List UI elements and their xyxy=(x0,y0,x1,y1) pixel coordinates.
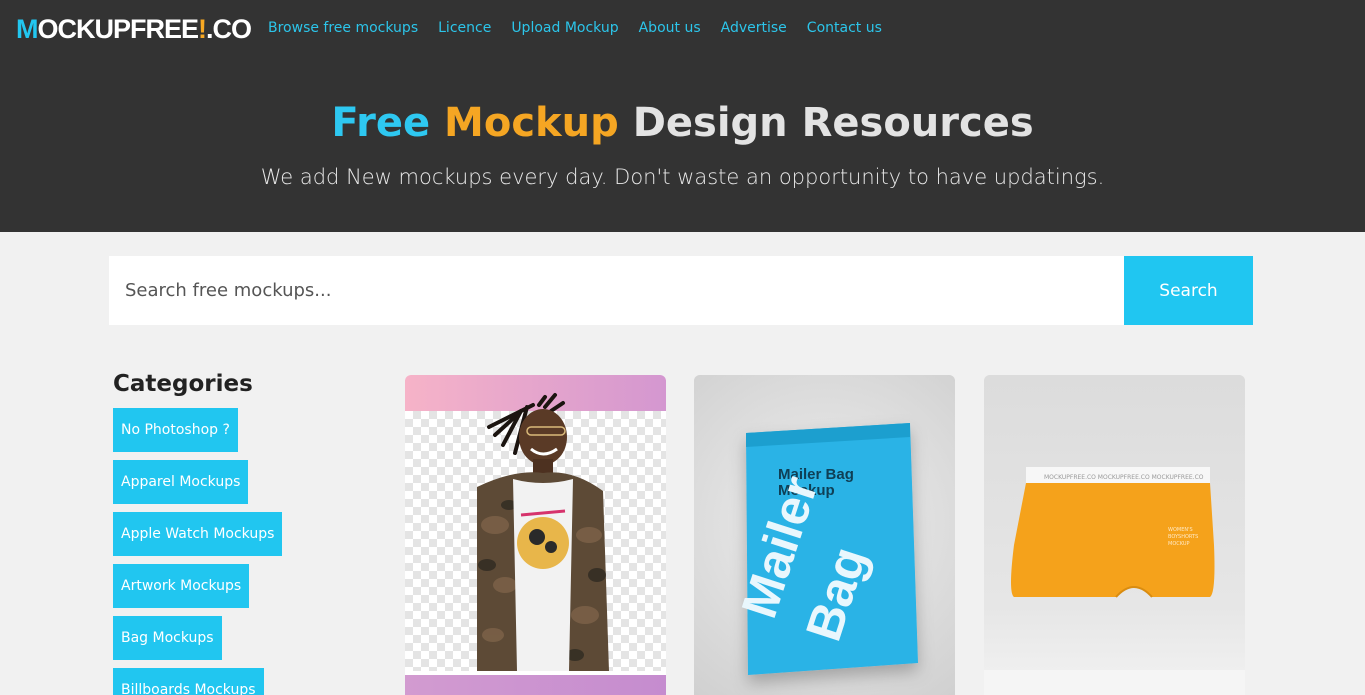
page-subtitle: We add New mockups every day. Don't wast… xyxy=(260,165,1105,189)
nav-about[interactable]: About us xyxy=(639,20,701,36)
categories-title: Categories xyxy=(113,371,253,397)
category-apple-watch[interactable]: Apple Watch Mockups xyxy=(113,512,283,556)
shorts-label: WOMEN'S xyxy=(1168,527,1193,533)
page-title: Free Mockup Design Resources xyxy=(0,100,1365,146)
category-no-photoshop[interactable]: No Photoshop ? xyxy=(113,408,238,452)
main-nav: Browse free mockups Licence Upload Mocku… xyxy=(268,20,882,36)
logo-text: OCKUPFREE xyxy=(37,13,200,44)
nav-licence[interactable]: Licence xyxy=(438,20,491,36)
title-word-mockup: Mockup xyxy=(444,100,619,146)
search-input[interactable] xyxy=(109,256,1124,325)
title-word-free: Free xyxy=(331,100,431,146)
mockup-card-mailer-bag[interactable]: Mailer Bag Mockup Mailer Bag xyxy=(694,375,955,695)
nav-contact[interactable]: Contact us xyxy=(807,20,882,36)
title-word-rest: Design Resources xyxy=(632,100,1034,146)
mailer-bag-illustration: Mailer Bag Mockup Mailer Bag xyxy=(731,423,918,675)
category-list: No Photoshop ? Apparel Mockups Apple Wat… xyxy=(113,408,373,695)
mockup-card-apparel[interactable] xyxy=(405,375,666,695)
mockup-card-boyshorts[interactable]: MOCKUPFREE.CO MOCKUPFREE.CO MOCKUPFREE.C… xyxy=(984,375,1245,695)
category-bag[interactable]: Bag Mockups xyxy=(113,616,222,660)
site-logo[interactable]: M OCKUPFREE ! .CO xyxy=(16,12,252,46)
hero-header: M OCKUPFREE ! .CO Browse free mockups Li… xyxy=(0,0,1365,232)
shorts-label-3: MOCKUP xyxy=(1168,541,1190,547)
person-illustration xyxy=(477,393,609,671)
logo-domain: .CO xyxy=(206,13,252,44)
nav-advertise[interactable]: Advertise xyxy=(721,20,787,36)
category-apparel[interactable]: Apparel Mockups xyxy=(113,460,249,504)
search-button[interactable]: Search xyxy=(1124,256,1253,325)
shorts-band-text: MOCKUPFREE.CO MOCKUPFREE.CO MOCKUPFREE.C… xyxy=(1044,474,1204,481)
category-billboards[interactable]: Billboards Mockups xyxy=(113,668,264,695)
nav-upload[interactable]: Upload Mockup xyxy=(511,20,618,36)
boyshorts-illustration: MOCKUPFREE.CO MOCKUPFREE.CO MOCKUPFREE.C… xyxy=(1011,467,1215,598)
logo-letter-m: M xyxy=(16,13,38,44)
card-bottom-band xyxy=(405,675,666,695)
logo-bang: ! xyxy=(198,13,207,44)
shorts-label-2: BOYSHORTS xyxy=(1168,534,1198,540)
nav-browse[interactable]: Browse free mockups xyxy=(268,20,418,36)
category-artwork[interactable]: Artwork Mockups xyxy=(113,564,250,608)
